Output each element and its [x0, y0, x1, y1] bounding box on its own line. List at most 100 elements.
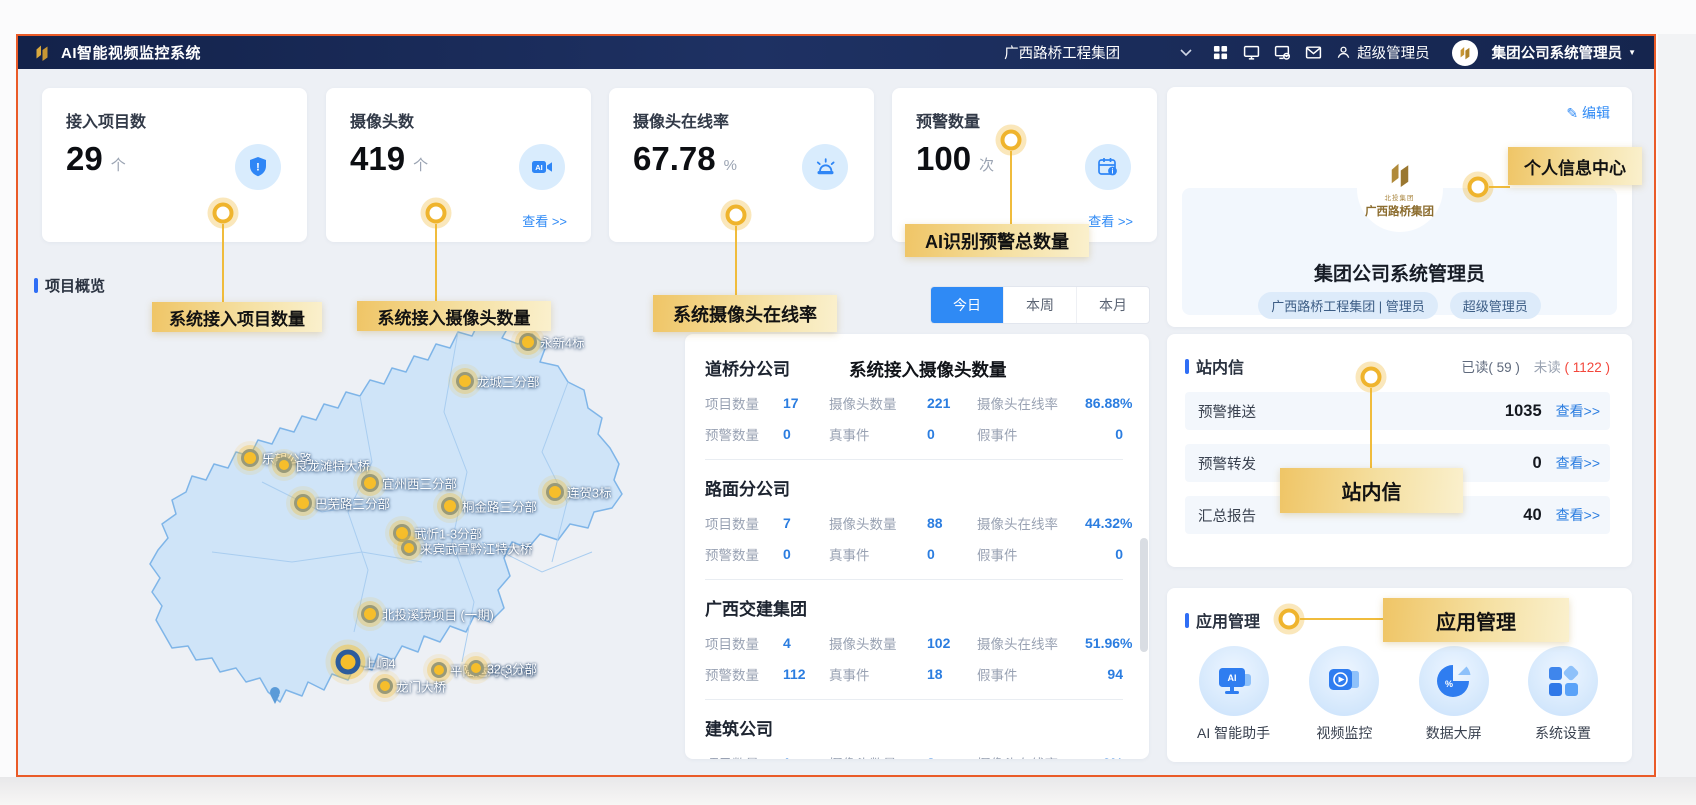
stat-field-value: 1 — [783, 755, 829, 759]
stat-field-value: 18 — [927, 666, 977, 682]
stat-card-projects: 接入项目数 29个 ! — [42, 88, 307, 242]
map-marker[interactable]: 连贺3标 — [546, 483, 564, 501]
org-logo-avatar: 北投集团 广西路桥集团 — [1357, 146, 1443, 232]
app-logo-icon — [32, 43, 52, 63]
annotation-project-count: 系统接入项目数量 — [152, 302, 322, 332]
map-marker[interactable]: 龙城三分部 — [456, 372, 474, 390]
app-video-monitor[interactable]: 视频监控 — [1309, 646, 1379, 743]
site-messages-card: 站内信 已读( 59 ) 未读 ( 1122 ) 预警推送 1035 查看>> … — [1167, 334, 1632, 567]
message-row-value: 0 — [1532, 454, 1541, 473]
view-link[interactable]: 查看>> — [1556, 401, 1600, 421]
annotation-anchor-apps — [1279, 609, 1300, 630]
annotation-line — [222, 224, 224, 302]
section-title: 项目概览 — [45, 275, 105, 296]
marker-label: 桐金路三分部 — [462, 497, 537, 516]
stat-field-label: 摄像头在线率 — [977, 513, 1085, 533]
monitor-settings-icon[interactable] — [1274, 44, 1291, 61]
company-stats-panel: 道桥分公司项目数量17摄像头数量221摄像头在线率86.88%预警数量0真事件0… — [685, 334, 1149, 759]
annotation-line — [735, 226, 737, 295]
map-marker[interactable]: 巴芜路三分部 — [294, 494, 312, 512]
stat-field-label: 假事件 — [977, 664, 1085, 684]
message-row-label: 预警推送 — [1198, 401, 1256, 422]
map-marker[interactable]: 来宾武宣黔江特大桥 — [401, 540, 417, 556]
stat-field-value: 221 — [927, 395, 977, 411]
message-row-label: 汇总报告 — [1198, 505, 1256, 526]
stat-unit: 个 — [111, 154, 126, 175]
unread-count: ( 1122 ) — [1564, 360, 1610, 375]
svg-text:!: ! — [256, 162, 260, 174]
tab-week[interactable]: 本周 — [1003, 287, 1076, 323]
user-menu[interactable]: 集团公司系统管理员 ▼ — [1492, 42, 1636, 63]
map-marker[interactable]: 乐望公路 — [241, 449, 259, 467]
outside-right-gutter — [1658, 34, 1696, 777]
marker-label: 龙城三分部 — [477, 372, 540, 391]
mail-icon[interactable] — [1305, 44, 1322, 61]
monitor-icon[interactable] — [1243, 44, 1260, 61]
stat-field-value: 0 — [927, 426, 977, 442]
annotation-anchor-online-rate — [726, 205, 747, 226]
org-selector[interactable]: 广西路桥工程集团 — [1004, 42, 1192, 63]
stat-unit: 个 — [413, 154, 428, 175]
view-link[interactable]: 查看 >> — [522, 211, 567, 230]
map-marker[interactable]: 良龙滩特大桥 — [276, 457, 292, 473]
stat-field-label: 预警数量 — [705, 544, 783, 564]
scrollbar-thumb[interactable] — [1140, 538, 1148, 652]
guangxi-project-map[interactable]: 永新4标龙城三分部乐望公路良龙滩特大桥宜州西三分部巴芜路三分部桐金路三分部连贺3… — [122, 302, 682, 762]
stat-field-label: 假事件 — [977, 424, 1085, 444]
grid-apps-icon[interactable] — [1212, 44, 1229, 61]
map-marker[interactable]: 上峒4 — [336, 650, 361, 675]
stat-card-alerts: 预警数量 100次 i 查看 >> — [892, 88, 1157, 242]
annotation-line — [1370, 388, 1372, 468]
siren-icon — [802, 144, 848, 190]
marker-label: 永新4标 — [540, 333, 584, 352]
map-marker[interactable]: 永新4标 — [519, 333, 537, 351]
stat-field-label: 预警数量 — [705, 664, 783, 684]
avatar[interactable] — [1452, 40, 1478, 66]
view-link[interactable]: 查看>> — [1556, 453, 1600, 473]
period-tabs: 今日 本周 本月 — [930, 286, 1150, 324]
marker-label: 宜州西三分部 — [382, 474, 457, 493]
app-label: 系统设置 — [1535, 723, 1591, 743]
stat-field-label: 项目数量 — [705, 633, 783, 653]
company-stat-row: 项目数量4摄像头数量102摄像头在线率51.96% — [705, 633, 1123, 653]
view-link[interactable]: 查看 >> — [1088, 211, 1133, 230]
stat-field-value: 88 — [927, 515, 977, 531]
map-marker[interactable]: 32-3分部 — [468, 660, 484, 676]
stat-field-value: 4 — [783, 635, 829, 651]
stat-field-label: 摄像头数量 — [829, 513, 927, 533]
messages-header: 站内信 — [1185, 354, 1244, 378]
message-row-alert-push[interactable]: 预警推送 1035 查看>> — [1185, 392, 1610, 430]
chevron-down-icon — [1180, 49, 1192, 57]
annotation-line — [435, 224, 437, 301]
map-marker[interactable]: 桐金路三分部 — [441, 497, 459, 515]
stat-field-label: 真事件 — [829, 424, 927, 444]
outside-bottom-gutter — [0, 777, 1696, 805]
tab-today[interactable]: 今日 — [931, 287, 1003, 323]
map-marker[interactable]: 龙门大桥 — [377, 678, 393, 694]
marker-dot-icon — [401, 540, 417, 556]
marker-dot-icon — [276, 457, 292, 473]
app-data-screen[interactable]: % 数据大屏 — [1419, 646, 1489, 743]
annotation-anchor-alerts — [1001, 130, 1022, 151]
read-status: 已读( 59 ) 未读 ( 1122 ) — [1461, 356, 1610, 376]
stat-title: 预警数量 — [916, 108, 980, 132]
stat-card-cameras: 摄像头数 419个 AI 查看 >> — [326, 88, 591, 242]
map-marker[interactable]: 北投溪境项目 (一期) — [361, 605, 379, 623]
view-link[interactable]: 查看>> — [1556, 505, 1600, 525]
map-marker[interactable]: 宜州西三分部 — [361, 474, 379, 492]
stat-field-value: 44.32% — [1085, 515, 1132, 531]
caret-down-icon: ▼ — [1628, 48, 1636, 57]
edit-profile-button[interactable]: ✎ 编辑 — [1566, 103, 1610, 123]
stat-field-value: 17 — [783, 395, 829, 411]
svg-text:AI: AI — [1227, 673, 1236, 683]
annotation-online-rate: 系统摄像头在线率 — [653, 295, 837, 332]
stat-field-label: 项目数量 — [705, 393, 783, 413]
ai-camera-icon: AI — [519, 144, 565, 190]
role-menu[interactable]: 超级管理员 — [1336, 42, 1430, 63]
app-system-settings[interactable]: 系统设置 — [1528, 646, 1598, 743]
tab-month[interactable]: 本月 — [1076, 287, 1149, 323]
stat-field-label: 摄像头数量 — [829, 633, 927, 653]
app-ai-assistant[interactable]: AI AI 智能助手 — [1197, 646, 1270, 743]
company-stat-row: 预警数量112真事件18假事件94 — [705, 664, 1123, 684]
annotation-alert-total: AI识别预警总数量 — [905, 224, 1089, 257]
